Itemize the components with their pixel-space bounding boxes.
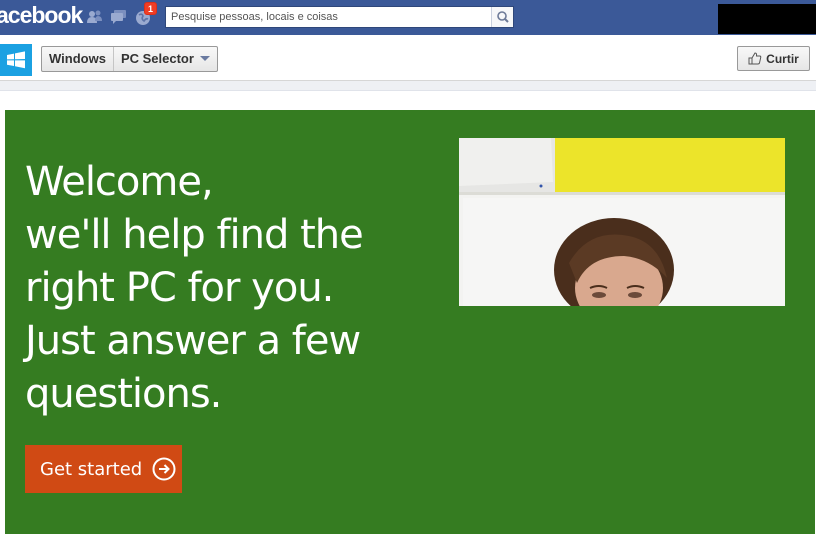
- facebook-logo[interactable]: acebook: [0, 2, 83, 29]
- hero-line: Just answer a few: [25, 318, 361, 364]
- search-icon: [497, 11, 509, 23]
- chevron-down-icon: [199, 56, 210, 61]
- search-input[interactable]: [166, 7, 491, 27]
- friends-icon[interactable]: [86, 8, 104, 26]
- facebook-top-bar: acebook 1: [0, 0, 816, 35]
- search-box: [165, 6, 514, 28]
- hero-photo-woman: [459, 138, 785, 306]
- notification-badge: 1: [144, 2, 157, 15]
- divider-strip: [0, 81, 816, 91]
- like-label: Curtir: [766, 51, 799, 66]
- windows-logo[interactable]: [0, 44, 32, 76]
- messages-icon[interactable]: [110, 8, 128, 26]
- hero-line: right PC for you.: [25, 265, 334, 311]
- search-button[interactable]: [491, 7, 513, 27]
- breadcrumb-pc-selector-label: PC Selector: [120, 51, 194, 66]
- arrow-right-circle-icon: [152, 457, 176, 481]
- redacted-account-area: [718, 4, 816, 34]
- breadcrumb: Windows PC Selector: [41, 46, 218, 72]
- get-started-button[interactable]: Get started: [25, 445, 182, 493]
- thumbs-up-icon: [748, 52, 762, 65]
- breadcrumb-windows[interactable]: Windows: [42, 47, 113, 71]
- breadcrumb-pc-selector-dropdown[interactable]: PC Selector: [112, 47, 217, 71]
- get-started-label: Get started: [40, 458, 143, 480]
- like-button[interactable]: Curtir: [737, 46, 810, 71]
- hero-line: questions.: [25, 371, 222, 417]
- hero-panel: Welcome, we'll help find the right PC fo…: [5, 110, 815, 534]
- breadcrumb-windows-label: Windows: [49, 51, 106, 66]
- hero-line: Welcome,: [25, 159, 214, 205]
- hero-line: we'll help find the: [25, 212, 364, 258]
- hero-headline: Welcome, we'll help find the right PC fo…: [25, 156, 364, 421]
